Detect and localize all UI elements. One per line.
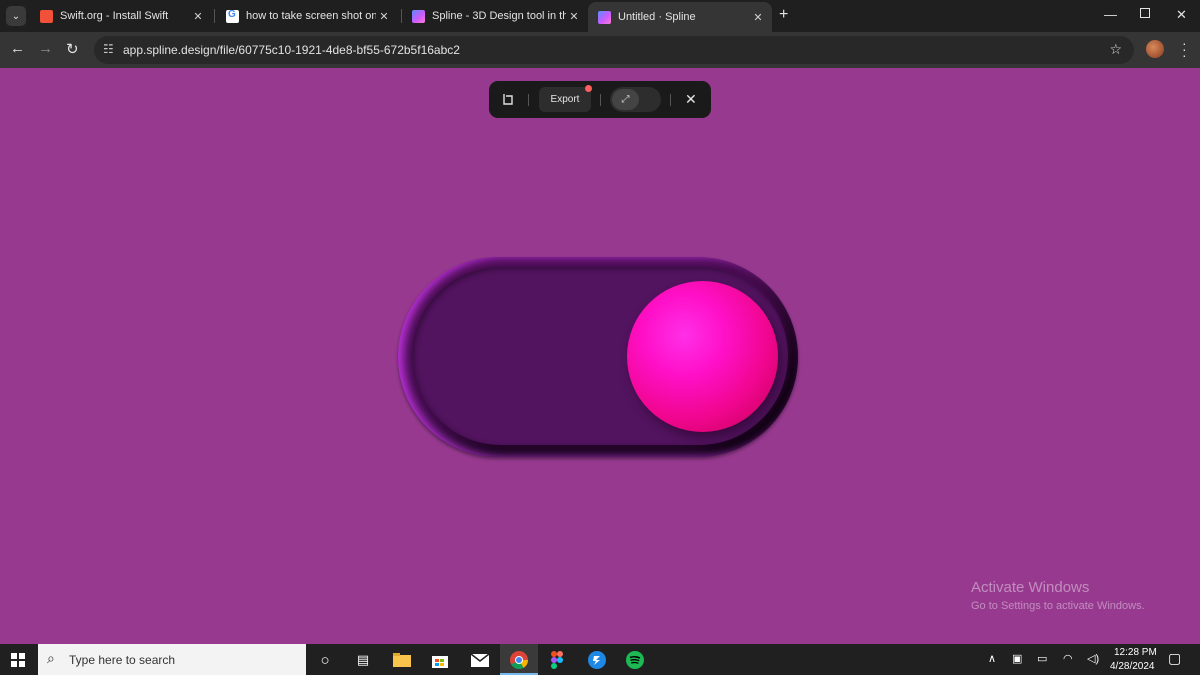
volume-icon[interactable]: ◁) [1087, 652, 1099, 665]
spotify-icon[interactable] [626, 651, 644, 669]
battery-icon[interactable]: ▭ [1037, 652, 1047, 665]
browser-toolbar: ← → ↻ ☷ app.spline.design/file/60775c10-… [0, 32, 1200, 68]
activate-windows-title: Activate Windows [971, 579, 1090, 596]
spline-icon [412, 9, 425, 23]
tab-title: Spline - 3D Design tool in the b [432, 10, 566, 22]
close-icon[interactable]: ✕ [376, 10, 392, 23]
url-text[interactable]: app.spline.design/file/60775c10-1921-4de… [123, 43, 460, 57]
divider [600, 94, 601, 106]
close-icon[interactable]: ✕ [750, 11, 766, 24]
export-button[interactable]: Export [539, 87, 591, 112]
mail-icon[interactable] [471, 651, 489, 669]
tab-title: Untitled · Spline [618, 11, 696, 23]
windows-start-icon[interactable] [11, 653, 25, 667]
store-icon[interactable] [431, 651, 449, 669]
tab-search-button[interactable]: ⌄ [6, 6, 26, 26]
fullscreen-toggle[interactable]: ⤢ [610, 87, 661, 112]
menu-kebab-icon[interactable]: · · · [1182, 36, 1187, 62]
tab-strip: ⌄ Swift.org - Install Swift ✕ how to tak… [0, 0, 1200, 32]
back-button[interactable]: ← [10, 40, 25, 57]
tab-title: Swift.org - Install Swift [60, 10, 169, 22]
tab-untitled-spline[interactable]: Untitled · Spline ✕ [588, 2, 772, 32]
notification-center-icon[interactable]: ▢ [1168, 650, 1181, 667]
activate-windows-subtitle: Go to Settings to activate Windows. [971, 600, 1145, 612]
figma-icon[interactable] [548, 651, 566, 669]
task-view-icon[interactable]: ▤ [354, 651, 372, 669]
minimize-button[interactable]: — [1104, 7, 1117, 22]
profile-avatar[interactable] [1146, 40, 1164, 58]
tab-separator [214, 9, 215, 23]
search-icon: ⌕ [47, 650, 55, 666]
site-info-icon[interactable]: ☷ [103, 42, 114, 56]
clock-date[interactable]: 4/28/2024 [1110, 661, 1155, 672]
restore-button[interactable] [1140, 8, 1150, 18]
notification-dot [585, 85, 592, 92]
clock-time[interactable]: 12:28 PM [1114, 647, 1157, 658]
window-close-button[interactable]: ✕ [1176, 7, 1187, 23]
search-placeholder: Type here to search [69, 653, 176, 667]
chrome-icon[interactable] [510, 651, 528, 669]
close-icon[interactable]: ✕ [566, 10, 582, 23]
swift-icon [40, 9, 53, 23]
taskbar: ⌕ Type here to search ○ ▤ ∧ ▣ ▭ ◠ ◁) ▢ [0, 644, 1200, 675]
address-bar[interactable]: ☷ app.spline.design/file/60775c10-1921-4… [94, 36, 1134, 64]
wifi-icon[interactable]: ◠ [1063, 652, 1073, 665]
google-icon [226, 9, 239, 23]
spline-icon [598, 10, 611, 24]
expand-icon: ⤢ [612, 89, 639, 110]
new-tab-button[interactable]: + [779, 6, 788, 24]
app-icon[interactable] [588, 651, 606, 669]
close-icon[interactable]: ✕ [190, 10, 206, 23]
tab-title: how to take screen shot on wind [246, 10, 376, 22]
meet-now-icon[interactable]: ▣ [1012, 652, 1022, 665]
divider [670, 94, 671, 106]
tab-spline-home[interactable]: Spline - 3D Design tool in the b ✕ [402, 4, 588, 28]
reload-button[interactable]: ↻ [66, 40, 79, 58]
bookmark-star-icon[interactable]: ☆ [1109, 41, 1122, 58]
tab-google-search[interactable]: how to take screen shot on wind ✕ [216, 4, 398, 28]
viewer-toolbar: Export ⤢ ✕ [489, 81, 711, 118]
show-hidden-icons-chevron[interactable]: ∧ [988, 652, 996, 665]
reset-view-icon[interactable] [501, 92, 515, 106]
close-viewer-button[interactable]: ✕ [685, 91, 697, 108]
toggle-knob[interactable] [627, 281, 778, 432]
divider [528, 94, 529, 106]
cortana-icon[interactable]: ○ [316, 651, 334, 669]
taskbar-search[interactable]: ⌕ Type here to search [38, 644, 306, 675]
forward-button[interactable]: → [38, 40, 53, 57]
tab-swift[interactable]: Swift.org - Install Swift ✕ [30, 4, 212, 28]
file-explorer-icon[interactable] [393, 651, 411, 669]
